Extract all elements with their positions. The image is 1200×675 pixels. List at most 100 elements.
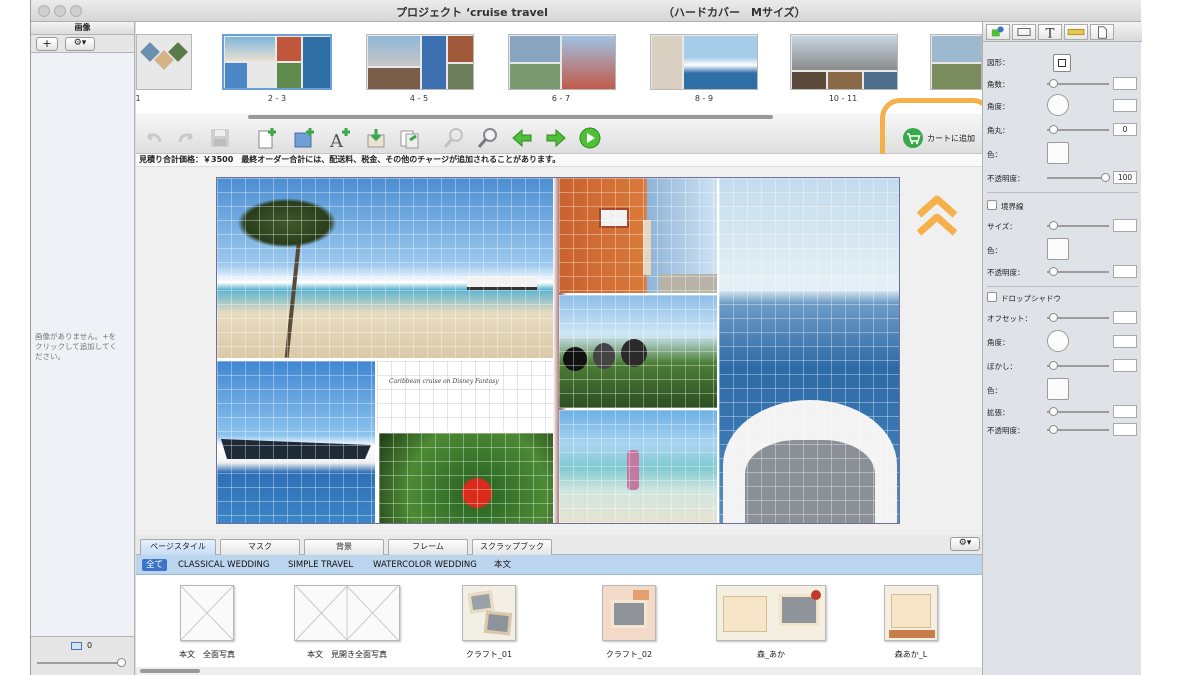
- border-opacity-field[interactable]: [1113, 265, 1137, 278]
- page-thumb-2-3[interactable]: [222, 34, 332, 90]
- corner-radius-slider[interactable]: [1047, 125, 1109, 134]
- tab-scrapbook[interactable]: スクラップブック: [472, 539, 552, 555]
- page-thumb-8-9[interactable]: [650, 34, 758, 90]
- add-to-cart-label: カートに追加: [927, 134, 975, 143]
- page-strip: 1 2 - 3 4 - 5 6 - 7 8 - 9 10 - 11: [135, 22, 982, 120]
- scrollbar-knob[interactable]: [140, 669, 200, 673]
- opacity-slider[interactable]: [1047, 173, 1110, 182]
- style-thumb-forest-red-l[interactable]: [884, 585, 938, 641]
- shadow-spread-field[interactable]: [1113, 405, 1137, 418]
- previous-page-icon[interactable]: [510, 126, 534, 150]
- save-icon[interactable]: [208, 126, 232, 150]
- zoom-in-icon[interactable]: [476, 126, 500, 150]
- photo-spread[interactable]: Caribbean cruise on Disney Fantasy: [216, 177, 900, 524]
- frame-tab-icon[interactable]: [1012, 24, 1036, 40]
- shape-picker[interactable]: [1053, 54, 1071, 72]
- shadow-offset-slider[interactable]: [1047, 313, 1109, 322]
- shadow-angle-dial[interactable]: [1047, 330, 1069, 352]
- page-thumb-6-7[interactable]: [508, 34, 616, 90]
- zoom-window-button[interactable]: [70, 5, 82, 17]
- opacity-field[interactable]: 100: [1113, 171, 1137, 184]
- corner-radius-field[interactable]: 0: [1113, 123, 1137, 136]
- border-checkbox[interactable]: [987, 200, 997, 210]
- border-size-slider[interactable]: [1047, 221, 1109, 230]
- zoom-out-icon[interactable]: [442, 126, 466, 150]
- page-thumb-1[interactable]: [136, 34, 192, 90]
- tab-page-style[interactable]: ページスタイル: [140, 539, 216, 555]
- redo-icon[interactable]: [174, 126, 198, 150]
- import-icon[interactable]: [364, 126, 388, 150]
- gear-menu-button[interactable]: ⚙▾: [65, 37, 95, 51]
- page-tab-icon[interactable]: [1090, 24, 1114, 40]
- export-icon[interactable]: [398, 126, 422, 150]
- style-thumb-craft-01[interactable]: [462, 585, 516, 641]
- shadow-color-well[interactable]: [1047, 378, 1069, 400]
- style-thumb-full-photo[interactable]: [180, 585, 234, 641]
- style-label: 本文 見開き全面写真: [307, 650, 387, 659]
- tab-background[interactable]: 背景: [304, 539, 384, 555]
- angle-field[interactable]: [1113, 99, 1137, 112]
- shadow-angle-field[interactable]: [1113, 335, 1137, 348]
- photo-flower[interactable]: [379, 433, 553, 523]
- scrollbar-knob[interactable]: [248, 115, 773, 119]
- add-to-cart-button[interactable]: カートに追加: [902, 126, 980, 150]
- filter-watercolor-wedding[interactable]: WATERCOLOR WEDDING: [373, 559, 477, 571]
- shape-tab-icon[interactable]: [986, 24, 1010, 40]
- tab-frame[interactable]: フレーム: [388, 539, 468, 555]
- next-page-icon[interactable]: [544, 126, 568, 150]
- filter-body-text[interactable]: 本文: [494, 559, 511, 571]
- shadow-blur-field[interactable]: [1113, 359, 1137, 372]
- page-strip-scrollbar[interactable]: [136, 114, 982, 120]
- page-thumb-12-13[interactable]: [930, 34, 982, 90]
- page-thumb-4-5[interactable]: [366, 34, 474, 90]
- filter-classical-wedding[interactable]: CLASSICAL WEDDING: [178, 559, 269, 571]
- text-tab-icon[interactable]: T: [1038, 24, 1062, 40]
- shadow-opacity-field[interactable]: [1113, 423, 1137, 436]
- preview-play-icon[interactable]: [578, 126, 602, 150]
- close-window-button[interactable]: [38, 5, 50, 17]
- photo-ship-bow[interactable]: [719, 178, 899, 523]
- spread-caption[interactable]: Caribbean cruise on Disney Fantasy: [389, 378, 499, 385]
- style-gallery-scrollbar[interactable]: [136, 667, 982, 675]
- shadow-blur-slider[interactable]: [1047, 361, 1109, 370]
- bottom-tab-bar: ページスタイル マスク 背景 フレーム スクラップブック ⚙▾: [136, 535, 982, 555]
- title-bar: プロジェクト ‘cruise travel （ハードカバー Mサイズ）: [31, 0, 1141, 22]
- image-sidebar: 画像 + ⚙▾ 画像がありません。+をクリックして追加してください。 0: [31, 22, 135, 675]
- style-thumb-craft-02[interactable]: [602, 585, 656, 641]
- fill-color-well[interactable]: [1047, 142, 1069, 164]
- filter-all[interactable]: 全て: [142, 559, 168, 571]
- slider-knob[interactable]: [117, 658, 126, 667]
- corner-count-label: 角数：: [987, 80, 1010, 89]
- photo-orange-house[interactable]: [559, 178, 717, 293]
- add-text-icon[interactable]: A: [328, 126, 352, 150]
- add-page-icon[interactable]: [254, 126, 278, 150]
- corner-count-field[interactable]: [1113, 77, 1137, 90]
- thumbnail-size-slider[interactable]: [37, 658, 126, 667]
- ruler-tab-icon[interactable]: [1064, 24, 1088, 40]
- shadow-checkbox[interactable]: [987, 292, 997, 302]
- style-gear-button[interactable]: ⚙▾: [950, 537, 980, 551]
- angle-dial[interactable]: [1047, 94, 1069, 116]
- inspector-tabs: T: [983, 22, 1142, 42]
- corner-count-slider[interactable]: [1047, 79, 1109, 88]
- shadow-spread-slider[interactable]: [1047, 407, 1109, 416]
- undo-icon[interactable]: [142, 126, 166, 150]
- photo-cruise-ship[interactable]: [217, 361, 375, 523]
- photo-mickey-garden[interactable]: [559, 295, 717, 408]
- photo-beach[interactable]: [217, 178, 553, 358]
- add-photo-icon[interactable]: [292, 126, 316, 150]
- border-size-field[interactable]: [1113, 219, 1137, 232]
- border-color-well[interactable]: [1047, 238, 1069, 260]
- border-opacity-slider[interactable]: [1047, 267, 1109, 276]
- add-image-button[interactable]: +: [36, 37, 58, 51]
- tab-mask[interactable]: マスク: [220, 539, 300, 555]
- style-thumb-spread-photo[interactable]: [294, 585, 400, 641]
- minimize-window-button[interactable]: [54, 5, 66, 17]
- style-thumb-forest-red[interactable]: [716, 585, 826, 641]
- page-thumb-10-11[interactable]: [790, 34, 898, 90]
- shadow-offset-field[interactable]: [1113, 311, 1137, 324]
- shadow-opacity-slider[interactable]: [1047, 425, 1109, 434]
- text-box[interactable]: [377, 361, 553, 431]
- photo-shallow-water[interactable]: [559, 410, 717, 523]
- filter-simple-travel[interactable]: SIMPLE TRAVEL: [288, 559, 353, 571]
